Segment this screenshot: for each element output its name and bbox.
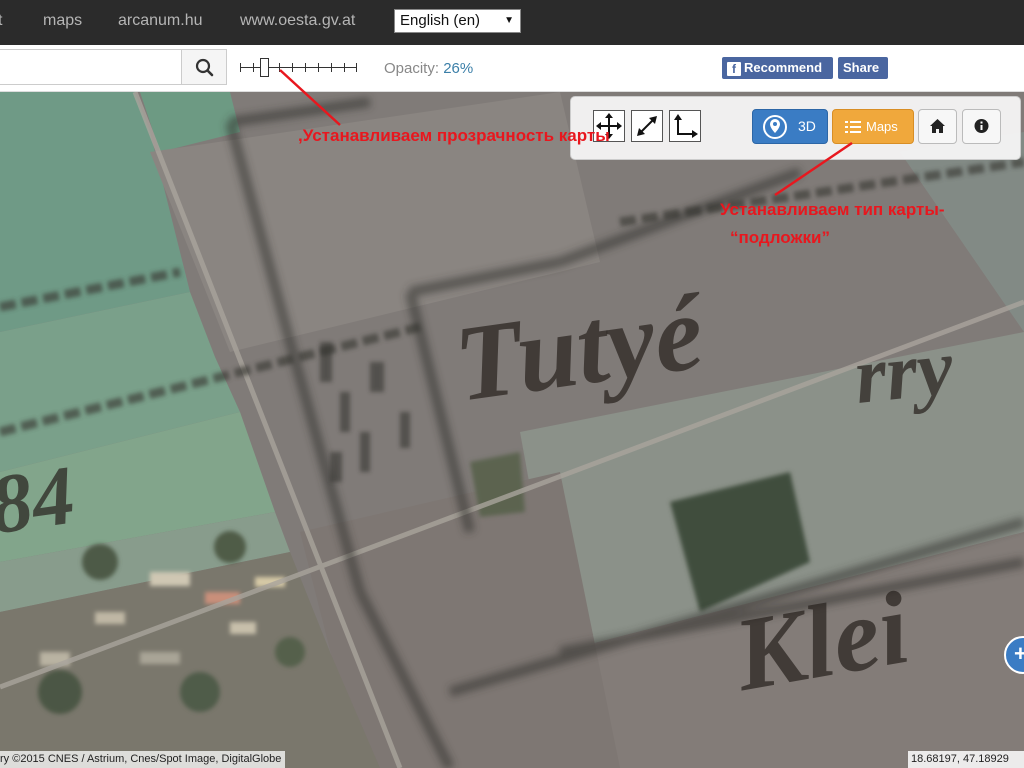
- slider-tick: [279, 63, 280, 72]
- globe-pin-icon: [763, 115, 787, 139]
- search-button[interactable]: [181, 49, 227, 85]
- coordinates-readout: 18.68197, 47.18929: [908, 751, 1024, 768]
- opacity-value: 26%: [443, 60, 474, 77]
- home-icon: [930, 119, 945, 133]
- map-control-panel: 3D Maps: [570, 96, 1021, 160]
- map-attribution: ry ©2015 CNES / Astrium, Cnes/Spot Image…: [0, 751, 286, 768]
- slider-tick: [253, 63, 254, 72]
- map-canvas[interactable]: Tutyé rry Klei 84: [0, 92, 1024, 768]
- language-select-value: English (en): [400, 12, 481, 29]
- facebook-recommend-button[interactable]: f Recommend: [722, 57, 833, 79]
- facebook-icon: f: [727, 62, 741, 76]
- satellite-map-imagery: [0, 92, 1024, 768]
- home-button[interactable]: [918, 109, 957, 144]
- 3d-view-button[interactable]: 3D: [752, 109, 828, 144]
- slider-tick: [331, 63, 332, 72]
- slider-track: [240, 67, 357, 68]
- opacity-label: Opacity:: [384, 60, 440, 77]
- share-label: Share: [843, 60, 880, 75]
- nav-link-oesta[interactable]: www.oesta.gv.at: [240, 12, 355, 30]
- search-input[interactable]: [0, 49, 181, 85]
- measure-angle-button[interactable]: [669, 110, 701, 142]
- list-icon: [845, 121, 861, 133]
- maps-button-label: Maps: [866, 119, 898, 134]
- facebook-share-button[interactable]: Share: [838, 57, 888, 79]
- slider-tick: [305, 63, 306, 72]
- diagonal-arrow-icon: [637, 116, 657, 136]
- nav-link-arcanum[interactable]: arcanum.hu: [118, 12, 203, 30]
- top-nav-bar: t maps arcanum.hu www.oesta.gv.at Englis…: [0, 0, 1024, 45]
- annotation-maptype-line2: “подложки”: [730, 228, 830, 247]
- nav-link-maps[interactable]: maps: [43, 12, 82, 30]
- 3d-button-label: 3D: [798, 118, 816, 134]
- angle-arrows-icon: [674, 114, 698, 138]
- slider-tick: [292, 63, 293, 72]
- map-type-button[interactable]: Maps: [832, 109, 914, 144]
- plus-icon: +: [1014, 641, 1024, 666]
- annotation-maptype-line1: Устанавливаем тип карты-: [720, 200, 945, 219]
- search-icon: [195, 58, 214, 77]
- dropdown-arrow-icon: ▼: [504, 15, 514, 26]
- language-select[interactable]: English (en) ▼: [394, 9, 521, 33]
- recommend-label: Recommend: [744, 60, 823, 75]
- measure-distance-button[interactable]: [631, 110, 663, 142]
- opacity-readout: Opacity: 26%: [384, 60, 473, 77]
- info-button[interactable]: [962, 109, 1001, 144]
- slider-tick: [344, 63, 345, 72]
- nav-link-truncated[interactable]: t: [0, 12, 2, 30]
- slider-tick: [356, 63, 357, 72]
- slider-handle[interactable]: [260, 58, 269, 77]
- slider-tick: [240, 63, 241, 72]
- annotation-opacity: ,Устанавливаем прозрачность карты: [298, 126, 610, 145]
- info-icon: [974, 119, 989, 133]
- slider-tick: [318, 63, 319, 72]
- opacity-slider[interactable]: [240, 55, 358, 81]
